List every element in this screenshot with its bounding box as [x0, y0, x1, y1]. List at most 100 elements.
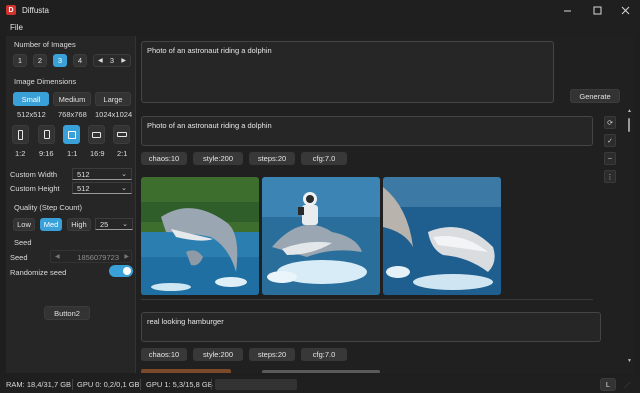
result-divider — [141, 299, 593, 300]
num-images-stepper[interactable]: ◀ 3 ▶ — [93, 54, 131, 67]
menu-file[interactable]: File — [10, 23, 23, 32]
aspect-2-1-label: 2:1 — [117, 149, 128, 158]
window-title: Diffusta — [22, 5, 49, 15]
maximize-icon — [593, 6, 601, 14]
size-small-button[interactable]: Small — [13, 92, 49, 106]
custom-height-select[interactable]: 512 ⌄ — [72, 182, 132, 194]
custom-height-value: 512 — [77, 183, 90, 193]
quality-step-select[interactable]: 25 ⌄ — [95, 218, 133, 230]
result1-tag-cfg: cfg:7.0 — [301, 152, 347, 165]
result-prompt-2[interactable]: real looking hamburger — [141, 312, 601, 342]
randomize-seed-label: Randomize seed — [10, 268, 67, 277]
main-panel: Photo of an astronaut riding a dolphin G… — [136, 36, 634, 373]
resize-grip-icon[interactable]: ⋰ — [624, 382, 630, 389]
landscape-wide-icon — [116, 132, 127, 137]
generated-image-3[interactable] — [383, 177, 501, 295]
status-bar: RAM: 18,4/31,7 GB GPU 0: 0,2/0,1 GB GPU … — [0, 376, 640, 393]
stepper-left-icon[interactable]: ◀ — [98, 57, 103, 64]
scroll-thumb[interactable] — [628, 118, 630, 132]
size-medium-dims: 768x768 — [58, 110, 87, 119]
gpu1-usage: GPU 1: 5,3/15,8 GB — [146, 380, 213, 389]
seed-value: 1856079723 — [77, 253, 119, 262]
status-divider — [211, 379, 212, 390]
title-bar: D Diffusta — [0, 0, 640, 20]
status-divider — [140, 379, 141, 390]
aspect-16-9-label: 16:9 — [90, 149, 105, 158]
seed-heading: Seed — [14, 238, 32, 247]
gpu0-usage: GPU 0: 0,2/0,1 GB — [77, 380, 140, 389]
progress-bar — [215, 379, 297, 390]
result2-tag-steps: steps:20 — [249, 348, 295, 361]
aspect-16-9-button[interactable] — [88, 125, 105, 144]
result1-tag-steps: steps:20 — [249, 152, 295, 165]
scroll-down-icon[interactable]: ▼ — [627, 358, 632, 364]
aspect-9-16-label: 9:16 — [39, 149, 54, 158]
generated-image-2[interactable] — [262, 177, 380, 295]
chevron-down-icon: ⌄ — [122, 221, 128, 228]
seed-label: Seed — [10, 253, 28, 262]
num-images-2[interactable]: 2 — [33, 54, 47, 67]
square-icon — [67, 130, 76, 139]
ram-usage: RAM: 18,4/31,7 GB — [6, 380, 72, 389]
main-scrollbar[interactable]: ▲ ▼ — [626, 108, 632, 368]
aspect-2-1-button[interactable] — [113, 125, 130, 144]
landscape-icon — [92, 131, 101, 138]
aspect-1-1-button[interactable] — [63, 125, 80, 144]
num-images-3[interactable]: 3 — [53, 54, 67, 67]
aspect-9-16-button[interactable] — [38, 125, 55, 144]
more-vertical-icon[interactable]: ⋮ — [604, 170, 616, 183]
result2-tag-chaos: chaos:10 — [141, 348, 187, 361]
stepper-right-icon[interactable]: ▶ — [121, 57, 126, 64]
aspect-1-1-label: 1:1 — [67, 149, 78, 158]
seed-increment-icon[interactable]: ▶ — [124, 253, 129, 260]
close-icon — [621, 6, 629, 14]
quality-label: Quality (Step Count) — [14, 203, 82, 212]
generated-image-1[interactable] — [141, 177, 259, 295]
quality-low-button[interactable]: Low — [13, 218, 35, 231]
aspect-1-2-button[interactable] — [12, 125, 29, 144]
refresh-icon[interactable]: ⟳ — [604, 116, 616, 129]
generated-image-5-partial[interactable] — [262, 370, 380, 373]
size-large-dims: 1024x1024 — [95, 110, 133, 119]
num-images-4[interactable]: 4 — [73, 54, 87, 67]
custom-width-label: Custom Width — [10, 170, 58, 179]
portrait-icon — [43, 130, 50, 139]
generate-button[interactable]: Generate — [570, 89, 620, 103]
size-large-button[interactable]: Large — [95, 92, 131, 106]
result1-tag-style: style:200 — [193, 152, 243, 165]
num-images-label: Number of Images — [14, 40, 76, 49]
log-button[interactable]: L — [600, 378, 616, 391]
scroll-up-icon[interactable]: ▲ — [627, 108, 632, 114]
aspect-1-2-label: 1:2 — [15, 149, 26, 158]
result1-tag-chaos: chaos:10 — [141, 152, 187, 165]
quality-high-button[interactable]: High — [67, 218, 91, 231]
custom-width-select[interactable]: 512 ⌄ — [72, 168, 132, 180]
maximize-button[interactable] — [582, 0, 612, 20]
size-small-dims: 512x512 — [17, 110, 46, 119]
minimize-icon — [563, 10, 571, 11]
minus-icon[interactable]: – — [604, 152, 616, 165]
result2-tag-cfg: cfg:7.0 — [301, 348, 347, 361]
toggle-knob — [123, 267, 131, 275]
portrait-tall-icon — [18, 129, 23, 140]
result2-tag-style: style:200 — [193, 348, 243, 361]
chevron-down-icon: ⌄ — [121, 171, 127, 178]
close-button[interactable] — [610, 0, 640, 20]
quality-med-button[interactable]: Med — [40, 218, 62, 231]
menu-bar: File — [0, 20, 640, 36]
status-divider — [72, 379, 73, 390]
result-prompt-1[interactable]: Photo of an astronaut riding a dolphin — [141, 116, 593, 146]
minimize-button[interactable] — [552, 0, 582, 20]
check-icon[interactable]: ✓ — [604, 134, 616, 147]
seed-input[interactable]: ◀ 1856079723 ▶ — [50, 250, 132, 263]
stepper-value: 3 — [109, 56, 115, 65]
randomize-seed-toggle[interactable] — [109, 265, 133, 277]
size-medium-button[interactable]: Medium — [53, 92, 91, 106]
prompt-input[interactable]: Photo of an astronaut riding a dolphin — [141, 41, 554, 103]
settings-sidebar: Number of Images 1 2 3 4 ◀ 3 ▶ Image Dim… — [6, 36, 136, 373]
button2[interactable]: Button2 — [44, 306, 90, 320]
seed-decrement-icon[interactable]: ◀ — [55, 253, 60, 260]
generated-image-4-partial[interactable] — [141, 369, 231, 373]
num-images-1[interactable]: 1 — [13, 54, 27, 67]
custom-width-value: 512 — [77, 169, 90, 179]
